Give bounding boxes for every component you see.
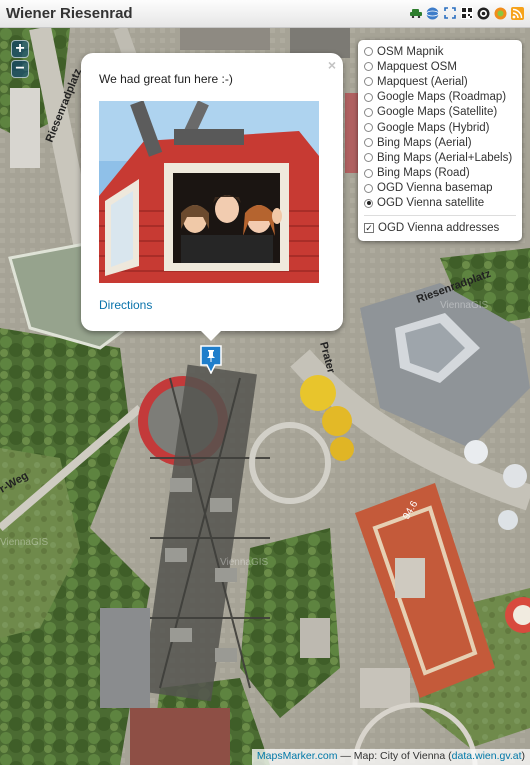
attribution-text: — Map: City of Vienna ( [337,750,452,762]
directions-link[interactable]: Directions [99,298,152,312]
layer-radio[interactable] [364,138,373,148]
layer-label: Google Maps (Satellite) [377,106,498,119]
watermark-2: ViennaGIS [0,537,49,548]
layer-option[interactable]: Google Maps (Satellite) [364,105,516,120]
zoom-control: + − [11,40,29,80]
layer-radio[interactable] [364,77,373,87]
layer-radio[interactable] [364,123,373,133]
marker-popup: × We had great fun here :-) Directions [81,53,343,331]
layer-switcher: OSM Mapnik Mapquest OSM Mapquest (Aerial… [358,40,522,241]
layer-radio[interactable] [364,62,373,72]
layer-option[interactable]: OSM Mapnik [364,44,516,59]
layer-option[interactable]: Mapquest (Aerial) [364,74,516,89]
layer-label: Bing Maps (Aerial) [377,136,472,149]
layer-label: OSM Mapnik [377,45,444,58]
layer-radio[interactable] [364,92,373,102]
layer-label: Bing Maps (Aerial+Labels) [377,151,513,164]
pin-icon [200,345,222,375]
fullscreen-icon[interactable] [443,6,456,20]
layer-label: OGD Vienna basemap [377,182,493,195]
close-icon[interactable]: × [328,57,336,73]
layer-option[interactable]: Mapquest OSM [364,59,516,74]
map-title: Wiener Riesenrad [6,5,133,22]
popup-tip [200,330,222,341]
globe-icon[interactable] [426,6,439,20]
layer-option[interactable]: Google Maps (Hybrid) [364,120,516,135]
layer-radio[interactable] [364,183,373,193]
zoom-out-button[interactable]: − [11,60,29,78]
header-bar: Wiener Riesenrad [0,0,530,28]
layer-radio[interactable] [364,168,373,178]
layer-label: Google Maps (Hybrid) [377,121,490,134]
layer-label: Bing Maps (Road) [377,167,470,180]
layer-radio[interactable] [364,107,373,117]
zoom-in-button[interactable]: + [11,40,29,58]
layer-label: Mapquest OSM [377,60,457,73]
layer-radio-selected[interactable] [364,198,373,208]
layer-radio[interactable] [364,153,373,163]
popup-photo [99,101,319,283]
watermark-1: ViennaGIS [220,557,269,568]
data-wien-link[interactable]: data.wien.gv.at [452,750,522,762]
layer-option[interactable]: OGD Vienna basemap [364,181,516,196]
layer-separator [364,215,516,217]
layer-option[interactable]: Google Maps (Roadmap) [364,90,516,105]
attribution-end: ) [521,750,526,762]
overlay-label: OGD Vienna addresses [378,221,500,234]
header-toolbar [409,6,524,20]
qr-code-icon[interactable] [460,6,473,20]
layer-option[interactable]: Bing Maps (Road) [364,166,516,181]
rss-icon[interactable] [511,6,524,20]
overlay-option[interactable]: ✓ OGD Vienna addresses [364,220,516,235]
car-icon[interactable] [409,6,422,20]
overlay-checkbox[interactable]: ✓ [364,222,374,233]
layer-option-selected[interactable]: OGD Vienna satellite [364,196,516,211]
target-icon[interactable] [477,6,490,20]
watermark-3: ViennaGIS [440,300,489,311]
layer-label: OGD Vienna satellite [377,197,485,210]
layer-option[interactable]: Bing Maps (Aerial) [364,135,516,150]
layer-label: Google Maps (Roadmap) [377,91,507,104]
map-attribution: MapsMarker.com — Map: City of Vienna (da… [251,749,530,765]
layer-radio[interactable] [364,47,373,57]
popup-text: We had great fun here :-) [99,72,233,86]
gps-icon[interactable] [494,6,507,20]
layer-label: Mapquest (Aerial) [377,75,468,88]
map-marker[interactable] [199,344,223,375]
layer-option[interactable]: Bing Maps (Aerial+Labels) [364,150,516,165]
mapsmarker-link[interactable]: MapsMarker.com [257,750,338,762]
